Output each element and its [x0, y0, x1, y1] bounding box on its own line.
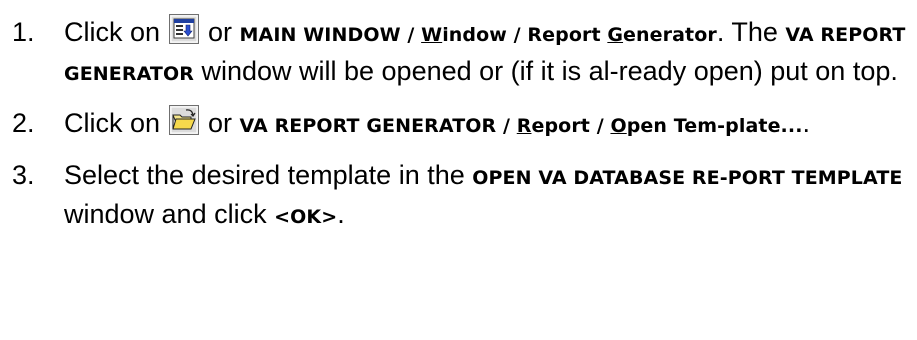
- step-text: Select the desired template in the: [64, 160, 473, 190]
- step-text: Click on: [64, 108, 168, 138]
- step-number: 1.: [12, 17, 35, 47]
- step-text: .: [802, 108, 811, 138]
- report-generator-window-icon: [168, 14, 199, 44]
- step-1: 1. Click on or MAIN WINDOW / Window / Re…: [0, 14, 917, 92]
- step-text: or: [200, 108, 240, 138]
- menu-path: MAIN WINDOW / Window / Report Generator: [239, 24, 717, 46]
- step-text: window will be opened or (if it is al-re…: [193, 56, 898, 86]
- open-folder-icon: [168, 105, 199, 135]
- step-text: . The: [716, 17, 786, 47]
- step-text: or: [200, 17, 240, 47]
- window-name: OPEN VA DATABASE RE-PORT TEMPLATE: [472, 167, 903, 189]
- step-number: 2.: [12, 108, 35, 138]
- menu-path: VA REPORT GENERATOR / Report / Open Tem-…: [239, 115, 803, 137]
- instruction-list: 1. Click on or MAIN WINDOW / Window / Re…: [0, 14, 917, 248]
- step-text: .: [337, 199, 345, 229]
- step-2: 2. Click on or VA REPORT GENERATOR / Rep…: [0, 105, 917, 144]
- step-text: window and click: [64, 199, 275, 229]
- button-name: <OK>: [274, 206, 338, 228]
- step-3: 3. Select the desired template in the OP…: [0, 157, 917, 235]
- step-text: Click on: [64, 17, 168, 47]
- step-number: 3.: [12, 160, 35, 190]
